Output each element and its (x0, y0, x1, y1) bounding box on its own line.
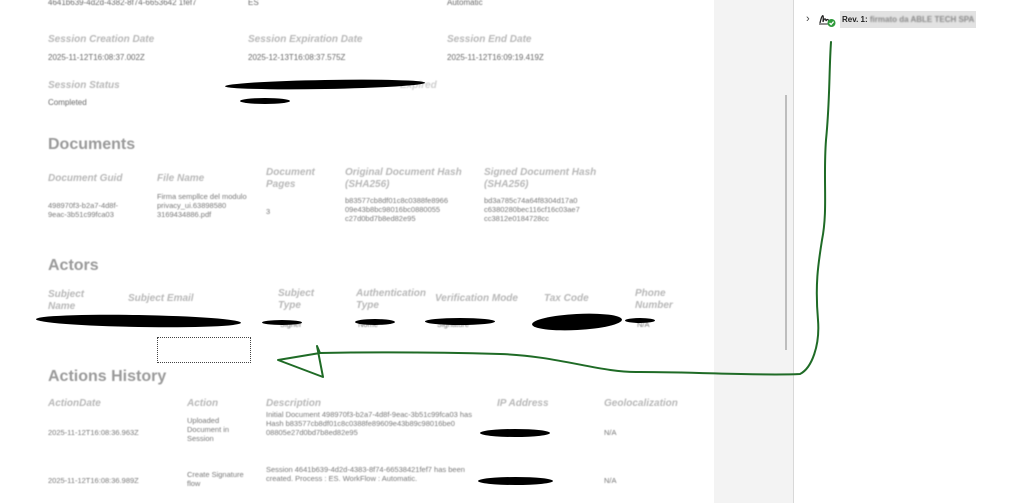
signature-valid-icon (818, 10, 836, 28)
actor-col-phone: Phone Number (635, 288, 673, 311)
session-end-label: Session End Date (447, 34, 532, 45)
action-col-geo: Geolocalization (604, 398, 678, 409)
redaction-mark (355, 319, 395, 325)
session-expiration-label: Session Expiration Date (248, 34, 363, 45)
action-col-ip: IP Address (497, 398, 549, 409)
revision-label[interactable]: Rev. 1: firmato da ABLE TECH SPA (840, 10, 977, 28)
revision-signer: firmato da ABLE TECH SPA (869, 14, 975, 24)
action-row2-geo: N/A (604, 476, 617, 485)
actions-heading: Actions History (48, 368, 167, 385)
action-row2-desc: Session 4641b639-4d2d-4383-8f74-66538421… (266, 465, 465, 483)
vertical-scrollbar[interactable] (785, 95, 787, 350)
actor-col-verification: Verification Mode (435, 293, 518, 304)
doc-guid: 498970f3-b2a7-4d8f-9eac-3b51c99fca03 (48, 201, 119, 219)
redaction-mark (262, 320, 302, 325)
action-row1-geo: N/A (604, 428, 617, 437)
top-row-guid: 4641b639-4d2d-4382-8f74-6653642 1fef7 (48, 0, 197, 7)
session-expiration-value: 2025-12-13T16:08:37.575Z (248, 53, 346, 62)
action-row1-desc: Initial Document 498970f3-b2a7-4d8f-9eac… (266, 410, 472, 437)
redaction-mark (425, 318, 495, 325)
actor-col-type: Subject Type (278, 288, 315, 311)
viewer-gutter (714, 0, 793, 503)
signature-field[interactable] (157, 337, 251, 363)
doc-col-file: File Name (157, 173, 205, 184)
redaction-mark (480, 429, 550, 437)
top-row-process: ES (248, 0, 259, 7)
actor-col-name: Subject Name (48, 289, 85, 312)
doc-file: Firma sempllce del modulo privacy_ui.638… (157, 192, 247, 219)
pdf-page: 4641b639-4d2d-4382-8f74-6653642 1fef7 ES… (0, 0, 714, 503)
action-col-date: ActionDate (48, 398, 101, 409)
redaction-mark (240, 98, 290, 104)
doc-col-orig-hash: Original Document Hash (SHA256) (345, 167, 462, 190)
redaction-mark (625, 318, 655, 323)
action-row2-action: Create Signature flow (187, 470, 244, 488)
session-creation-label: Session Creation Date (48, 34, 155, 45)
action-col-action: Action (187, 398, 219, 409)
signature-panel (793, 0, 1024, 503)
actor-col-tax: Tax Code (544, 293, 589, 304)
action-row1-date: 2025-11-12T16:08:36.963Z (48, 428, 139, 437)
actor-col-auth: Authentication Type (356, 288, 426, 311)
doc-col-signed-hash: Signed Document Hash (SHA256) (484, 167, 597, 190)
chevron-right-icon[interactable]: › (806, 13, 814, 25)
doc-pages: 3 (266, 207, 271, 216)
session-end-value: 2025-11-12T16:09:19.419Z (447, 53, 544, 62)
action-col-desc: Description (266, 398, 322, 409)
top-row-workflow: Automatic (447, 0, 483, 7)
revision-prefix: Rev. 1: (842, 14, 870, 24)
session-creation-value: 2025-11-12T16:08:37.002Z (48, 53, 145, 62)
doc-col-pages: Document Pages (266, 167, 315, 190)
documents-heading: Documents (48, 136, 136, 153)
action-row1-action: Uploaded Document in Session (187, 416, 230, 443)
actors-heading: Actors (48, 257, 99, 274)
actor-col-email: Subject Email (128, 293, 194, 304)
action-row2-date: 2025-11-12T16:08:36.989Z (48, 476, 139, 485)
revision-item[interactable]: › Rev. 1: firmato da ABLE TECH SPA (806, 8, 977, 30)
session-status-value: Completed (48, 98, 87, 107)
doc-signed-hash: bd3a785c74a64f8304d17a0 c6380280bec116cf… (484, 196, 580, 223)
session-status-label: Session Status (48, 80, 120, 91)
doc-col-guid: Document Guid (48, 173, 123, 184)
doc-orig-hash: b83577cb8df01c8c0388fe8966 09e43b8bc9801… (345, 196, 449, 223)
redaction-mark (478, 477, 553, 485)
